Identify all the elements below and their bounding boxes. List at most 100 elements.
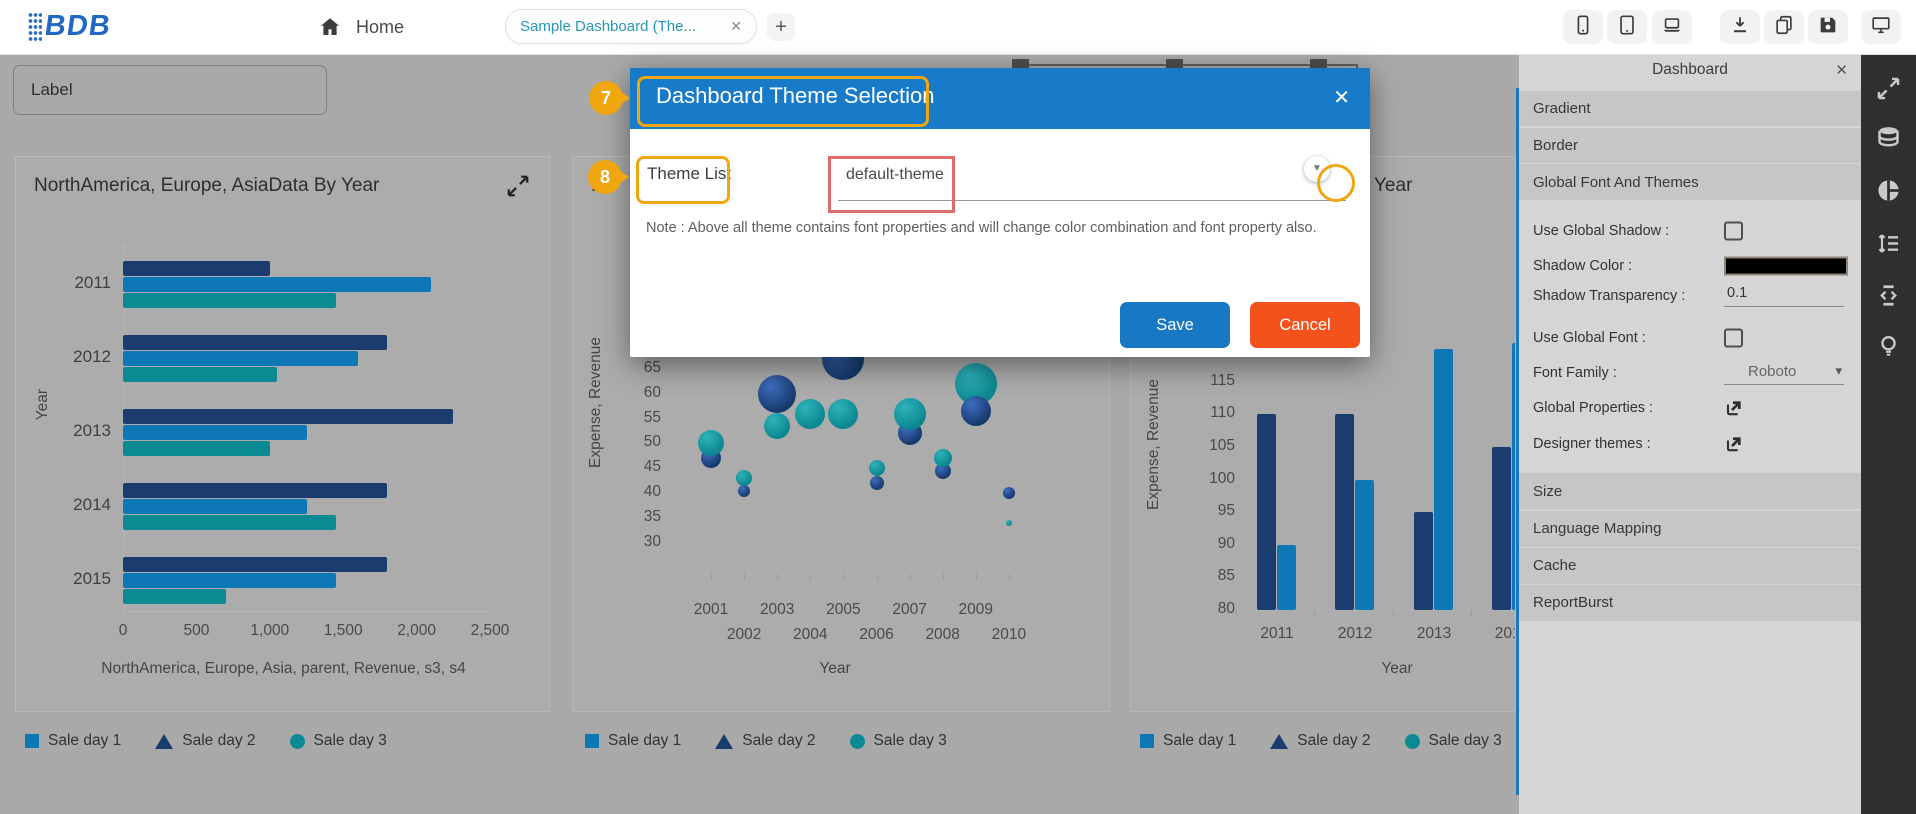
brand-logo[interactable]: BDB xyxy=(28,10,111,43)
download-icon xyxy=(1729,14,1751,41)
bulb-tool-button[interactable] xyxy=(1875,332,1902,359)
x-axis-tick xyxy=(1314,610,1315,616)
bar-2013-Sale-day-1 xyxy=(123,425,307,440)
accordion-global-font-and-themes[interactable]: Global Font And Themes xyxy=(1519,164,1861,200)
label-widget[interactable]: Label xyxy=(13,65,327,115)
bubble-2010-teal xyxy=(1006,520,1012,526)
download-button[interactable] xyxy=(1720,10,1760,44)
bubble-2005-teal xyxy=(828,399,858,429)
accordion-border[interactable]: Border xyxy=(1519,128,1861,163)
database-tool-button[interactable] xyxy=(1875,124,1902,151)
legend-triangle-marker xyxy=(715,734,733,749)
category-label: 2011 xyxy=(46,273,111,293)
y-tick-label: 30 xyxy=(613,533,661,551)
tab-close-icon[interactable]: ✕ xyxy=(730,18,742,35)
property-label: Font Family : xyxy=(1533,365,1617,381)
modal-title: Dashboard Theme Selection xyxy=(656,83,934,109)
bar-2011-blue xyxy=(1277,545,1296,610)
add-tab-button[interactable]: + xyxy=(767,13,795,41)
lineheight-icon xyxy=(1875,244,1902,261)
tablet-button[interactable] xyxy=(1607,10,1647,44)
global-properties-link-icon[interactable] xyxy=(1724,398,1744,418)
copy-icon xyxy=(1773,14,1795,41)
x-axis-tick xyxy=(810,574,811,580)
designer-themes-link-icon[interactable] xyxy=(1724,434,1744,454)
x-tick-label: 2013 xyxy=(1404,625,1464,643)
dashboard-tab-label: Sample Dashboard (The... xyxy=(520,18,696,35)
pie-tool-button[interactable] xyxy=(1875,177,1902,204)
legend-row-1: Sale day 1 Sale day 2 Sale day 3 xyxy=(25,726,387,756)
legend-circle-marker xyxy=(290,734,305,749)
legend-item[interactable]: Sale day 3 xyxy=(1405,732,1502,750)
y-tick-label: 105 xyxy=(1187,437,1235,455)
legend-item[interactable]: Sale day 2 xyxy=(155,732,255,750)
home-icon xyxy=(318,15,342,39)
desktop-button[interactable] xyxy=(1861,10,1901,44)
legend-item[interactable]: Sale day 1 xyxy=(585,732,681,750)
save-button[interactable] xyxy=(1808,10,1848,44)
expand-tool-button[interactable] xyxy=(1875,75,1902,102)
home-button[interactable]: Home xyxy=(318,0,404,54)
shadow-color-swatch[interactable] xyxy=(1724,257,1848,276)
property-row-shadow-color: Shadow Color : xyxy=(1519,251,1861,281)
x-tick-label: 2003 xyxy=(751,601,803,619)
font-family-select[interactable]: Roboto▾ xyxy=(1724,361,1844,385)
y-tick-label: 65 xyxy=(613,359,661,377)
accordion-cache[interactable]: Cache xyxy=(1519,548,1861,584)
dashboard-tab[interactable]: Sample Dashboard (The... ✕ xyxy=(505,9,757,44)
bubble-2003-navy xyxy=(758,375,796,413)
x-axis-line xyxy=(678,574,1106,575)
properties-panel: Dashboard ✕ GradientBorderGlobal Font An… xyxy=(1519,54,1861,814)
legend-item[interactable]: Sale day 3 xyxy=(290,732,387,750)
codeswap-tool-button[interactable] xyxy=(1875,282,1902,309)
property-row-designer-themes: Designer themes : xyxy=(1519,429,1861,459)
legend-item[interactable]: Sale day 3 xyxy=(850,732,947,750)
x-tick-label: 1,000 xyxy=(240,622,300,640)
copy-button[interactable] xyxy=(1764,10,1804,44)
y-tick-label: 50 xyxy=(613,433,661,451)
y-tick-label: 110 xyxy=(1187,404,1235,422)
cancel-button[interactable]: Cancel xyxy=(1250,302,1360,348)
x-axis-tick xyxy=(877,574,878,580)
legend-item[interactable]: Sale day 1 xyxy=(25,732,121,750)
legend-item[interactable]: Sale day 2 xyxy=(715,732,815,750)
legend-triangle-marker xyxy=(1270,734,1288,749)
bubble-2002-teal xyxy=(736,470,752,486)
chart-2-title-fragment: E. xyxy=(591,175,609,197)
x-axis-tick xyxy=(1471,610,1472,616)
select-caret-icon[interactable]: ▼ xyxy=(1304,156,1330,182)
use-global-shadow-checkbox[interactable] xyxy=(1724,222,1743,241)
theme-select[interactable]: default-theme ▼ xyxy=(838,154,1346,201)
accordion-reportburst[interactable]: ReportBurst xyxy=(1519,585,1861,621)
theme-selection-modal: Dashboard Theme Selection ✕ Theme List d… xyxy=(630,68,1370,357)
smartphone-button[interactable] xyxy=(1563,10,1603,44)
x-axis-label: Year xyxy=(805,660,865,678)
lineheight-tool-button[interactable] xyxy=(1875,230,1902,257)
panel-close-icon[interactable]: ✕ xyxy=(1835,61,1848,79)
property-label: Shadow Transparency : xyxy=(1533,288,1685,304)
legend-item[interactable]: Sale day 2 xyxy=(1270,732,1370,750)
expand-chart-1-icon[interactable] xyxy=(505,173,531,199)
modal-close-icon[interactable]: ✕ xyxy=(1333,85,1350,110)
category-label: 2015 xyxy=(46,569,111,589)
shadow-transparency-field[interactable]: 0.1 xyxy=(1724,285,1844,307)
x-axis-tick xyxy=(744,574,745,580)
y-tick-label: 40 xyxy=(613,483,661,501)
legend-row-3: Sale day 1 Sale day 2 Sale day 3 xyxy=(1140,726,1502,756)
legend-item[interactable]: Sale day 1 xyxy=(1140,732,1236,750)
save-button[interactable]: Save xyxy=(1120,302,1230,348)
bubble-2001-teal xyxy=(698,430,724,456)
theme-list-label: Theme List xyxy=(647,164,731,184)
chart-card-1: NorthAmerica, Europe, AsiaData By Year 2… xyxy=(15,156,550,712)
bubble-2006-teal xyxy=(869,460,885,476)
accordion-language-mapping[interactable]: Language Mapping xyxy=(1519,511,1861,547)
bar-2014-Sale-day-3 xyxy=(123,515,336,530)
laptop-button[interactable] xyxy=(1652,10,1692,44)
legend-label: Sale day 1 xyxy=(608,732,681,750)
use-global-font-checkbox[interactable] xyxy=(1724,329,1743,348)
accordion-size[interactable]: Size xyxy=(1519,473,1861,509)
bar-2015-Sale-day-2 xyxy=(123,557,387,572)
accordion-gradient[interactable]: Gradient xyxy=(1519,91,1861,126)
panel-title: Dashboard xyxy=(1519,61,1861,79)
x-axis-tick xyxy=(711,574,712,580)
